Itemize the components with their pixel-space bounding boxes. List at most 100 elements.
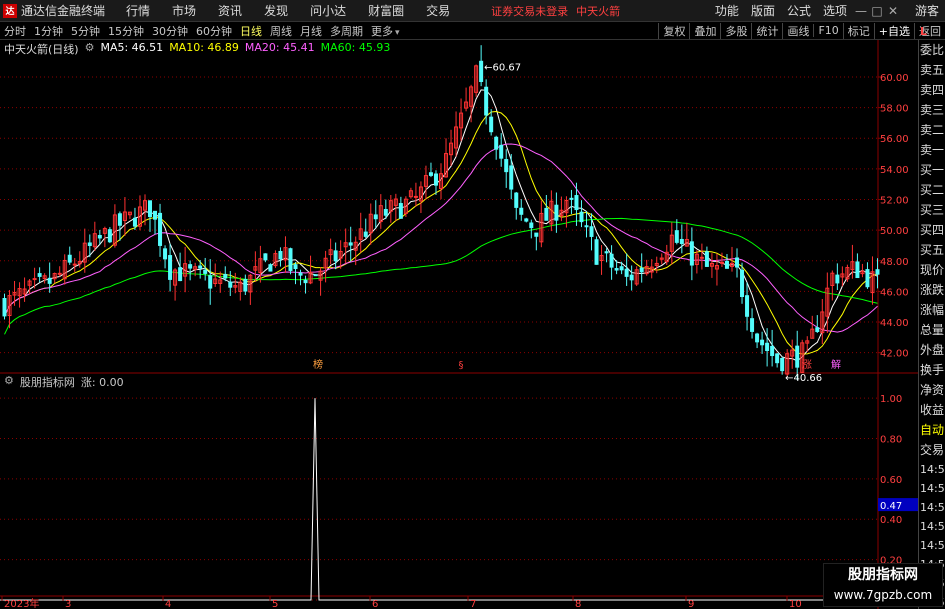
quote-field-label: 涨跌 bbox=[920, 283, 945, 297]
candle-body bbox=[303, 279, 308, 284]
candle-body bbox=[594, 239, 599, 265]
menu-formula[interactable]: 公式 bbox=[781, 2, 817, 19]
candle-body bbox=[574, 195, 579, 211]
menu-bar: 达 通达信金融终端 行情 市场 资讯 发现 问小达 财富圈 交易 证券交易未登录… bbox=[0, 0, 945, 22]
candle-body bbox=[87, 242, 92, 246]
quote-field-label: 买二 bbox=[920, 183, 945, 197]
period-tab-5min[interactable]: 5分钟 bbox=[67, 23, 104, 39]
tool-overlay-button[interactable]: 叠加 bbox=[689, 22, 720, 39]
tool-multi-stock-button[interactable]: 多股 bbox=[720, 22, 751, 39]
candle-body bbox=[37, 273, 42, 277]
kline-chart[interactable]: ←60.67←40.66榜 § 涨解 42.0044.0046.0048.0050.… bbox=[0, 40, 918, 609]
legend-settings-icon[interactable]: ⚙ bbox=[85, 41, 95, 57]
candle-body bbox=[57, 272, 62, 275]
candle-body bbox=[228, 281, 233, 288]
guest-user[interactable]: 游客 bbox=[915, 2, 939, 19]
period-tab-more[interactable]: 更多 ▾ bbox=[367, 23, 404, 39]
candle-body bbox=[699, 256, 704, 259]
candle-body bbox=[614, 268, 619, 271]
menu-item-trade[interactable]: 交易 bbox=[415, 2, 461, 19]
menu-item-market[interactable]: 市场 bbox=[161, 2, 207, 19]
period-tab-intraday[interactable]: 分时 bbox=[0, 23, 30, 39]
menu-item-discover[interactable]: 发现 bbox=[253, 2, 299, 19]
menu-layout[interactable]: 版面 bbox=[745, 2, 781, 19]
indicator-panel: 0.200.400.600.801.000.47 bbox=[0, 394, 918, 601]
quote-field-label: 现价 bbox=[920, 263, 945, 277]
quote-field-label: 买一 bbox=[920, 163, 945, 177]
candle-body bbox=[489, 116, 494, 133]
watermark-title: 股朋指标网 bbox=[848, 567, 918, 583]
period-tab-weekly[interactable]: 周线 bbox=[266, 23, 296, 39]
period-tab-daily[interactable]: 日线 bbox=[236, 23, 266, 39]
period-tab-30min[interactable]: 30分钟 bbox=[148, 23, 192, 39]
candle-body bbox=[484, 86, 489, 116]
tool-mark-button[interactable]: 标记 bbox=[842, 22, 874, 39]
quote-field-label: 买三 bbox=[920, 203, 945, 217]
price-tick-label: 44.00 bbox=[880, 318, 909, 329]
candle-body bbox=[163, 248, 168, 260]
auto-label[interactable]: 自动 bbox=[919, 420, 945, 440]
period-toolbar: 分时 1分钟 5分钟 15分钟 30分钟 60分钟 日线 周线 月线 多周期 更… bbox=[0, 22, 945, 40]
tool-stats-button[interactable]: 统计 bbox=[751, 22, 782, 39]
candle-body bbox=[243, 278, 248, 292]
sub-tick-label: 0.40 bbox=[880, 515, 902, 526]
menu-item-ask[interactable]: 问小达 bbox=[299, 2, 357, 19]
back-button[interactable]: 返回 bbox=[914, 22, 945, 39]
candle-body bbox=[534, 232, 539, 237]
indicator-line bbox=[0, 398, 878, 601]
legend-ma60: MA60: 45.93 bbox=[320, 41, 391, 54]
price-tick-label: 54.00 bbox=[880, 165, 909, 176]
menu-item-quotes[interactable]: 行情 bbox=[115, 2, 161, 19]
candles: ←60.67 ←40.66 榜 § 涨 解 bbox=[2, 45, 880, 384]
menu-item-news[interactable]: 资讯 bbox=[207, 2, 253, 19]
trade-label[interactable]: 交易 bbox=[919, 440, 945, 460]
candle-body bbox=[619, 266, 624, 271]
price-tick-label: 52.00 bbox=[880, 196, 909, 207]
tool-f10-button[interactable]: F10 bbox=[813, 24, 842, 37]
maximize-icon[interactable]: □ bbox=[869, 4, 885, 18]
current-stock-name: 中天火箭 bbox=[576, 4, 621, 18]
menu-function[interactable]: 功能 bbox=[709, 2, 745, 19]
tick-time: 14:55 bbox=[920, 463, 945, 476]
sub-legend: ⚙ 股朋指标网 涨: 0.00 bbox=[4, 374, 124, 390]
event-marker: 涨 bbox=[802, 359, 812, 371]
add-watchlist-button[interactable]: +自选 bbox=[873, 22, 914, 39]
candle-body bbox=[544, 207, 549, 221]
quote-field-label: 卖一 bbox=[920, 143, 945, 157]
chart-grid bbox=[0, 40, 918, 609]
candle-body bbox=[47, 277, 52, 284]
candle-body bbox=[639, 267, 644, 273]
sub-tick-label: 1.00 bbox=[880, 394, 902, 405]
sub-settings-icon[interactable]: ⚙ bbox=[4, 374, 14, 390]
price-tick-label: 58.00 bbox=[880, 104, 909, 115]
x-tick-label: 7 bbox=[470, 599, 476, 609]
candle-body bbox=[875, 269, 880, 275]
candle-body bbox=[609, 253, 614, 268]
candle-body bbox=[760, 339, 765, 346]
x-tick-label: 6 bbox=[372, 599, 378, 609]
tick-time: 14:56 bbox=[920, 520, 945, 533]
tool-draw-button[interactable]: 画线 bbox=[782, 22, 813, 39]
period-tab-multi[interactable]: 多周期 bbox=[326, 23, 367, 39]
candle-body bbox=[519, 207, 524, 215]
quote-field-label: 换手 bbox=[920, 363, 945, 377]
quote-field-label: 卖四 bbox=[920, 83, 945, 97]
period-tab-1min[interactable]: 1分钟 bbox=[30, 23, 67, 39]
tick-time: 14:56 bbox=[920, 539, 945, 552]
login-status[interactable]: 证券交易未登录 bbox=[491, 3, 568, 19]
close-icon[interactable]: ✕ bbox=[885, 4, 901, 18]
candle-body bbox=[132, 217, 137, 227]
chevron-down-icon: ▾ bbox=[395, 27, 400, 38]
period-tab-15min[interactable]: 15分钟 bbox=[104, 23, 148, 39]
candle-body bbox=[514, 192, 519, 208]
menu-item-wealth[interactable]: 财富圈 bbox=[357, 2, 415, 19]
candle-body bbox=[67, 254, 72, 263]
menu-options[interactable]: 选项 bbox=[817, 2, 853, 19]
period-tab-60min[interactable]: 60分钟 bbox=[192, 23, 236, 39]
period-tab-monthly[interactable]: 月线 bbox=[296, 23, 326, 39]
tool-adjust-button[interactable]: 复权 bbox=[658, 22, 689, 39]
candle-body bbox=[770, 345, 775, 357]
candle-body bbox=[735, 257, 740, 268]
candle-body bbox=[554, 204, 559, 221]
minimize-icon[interactable]: — bbox=[853, 4, 869, 18]
